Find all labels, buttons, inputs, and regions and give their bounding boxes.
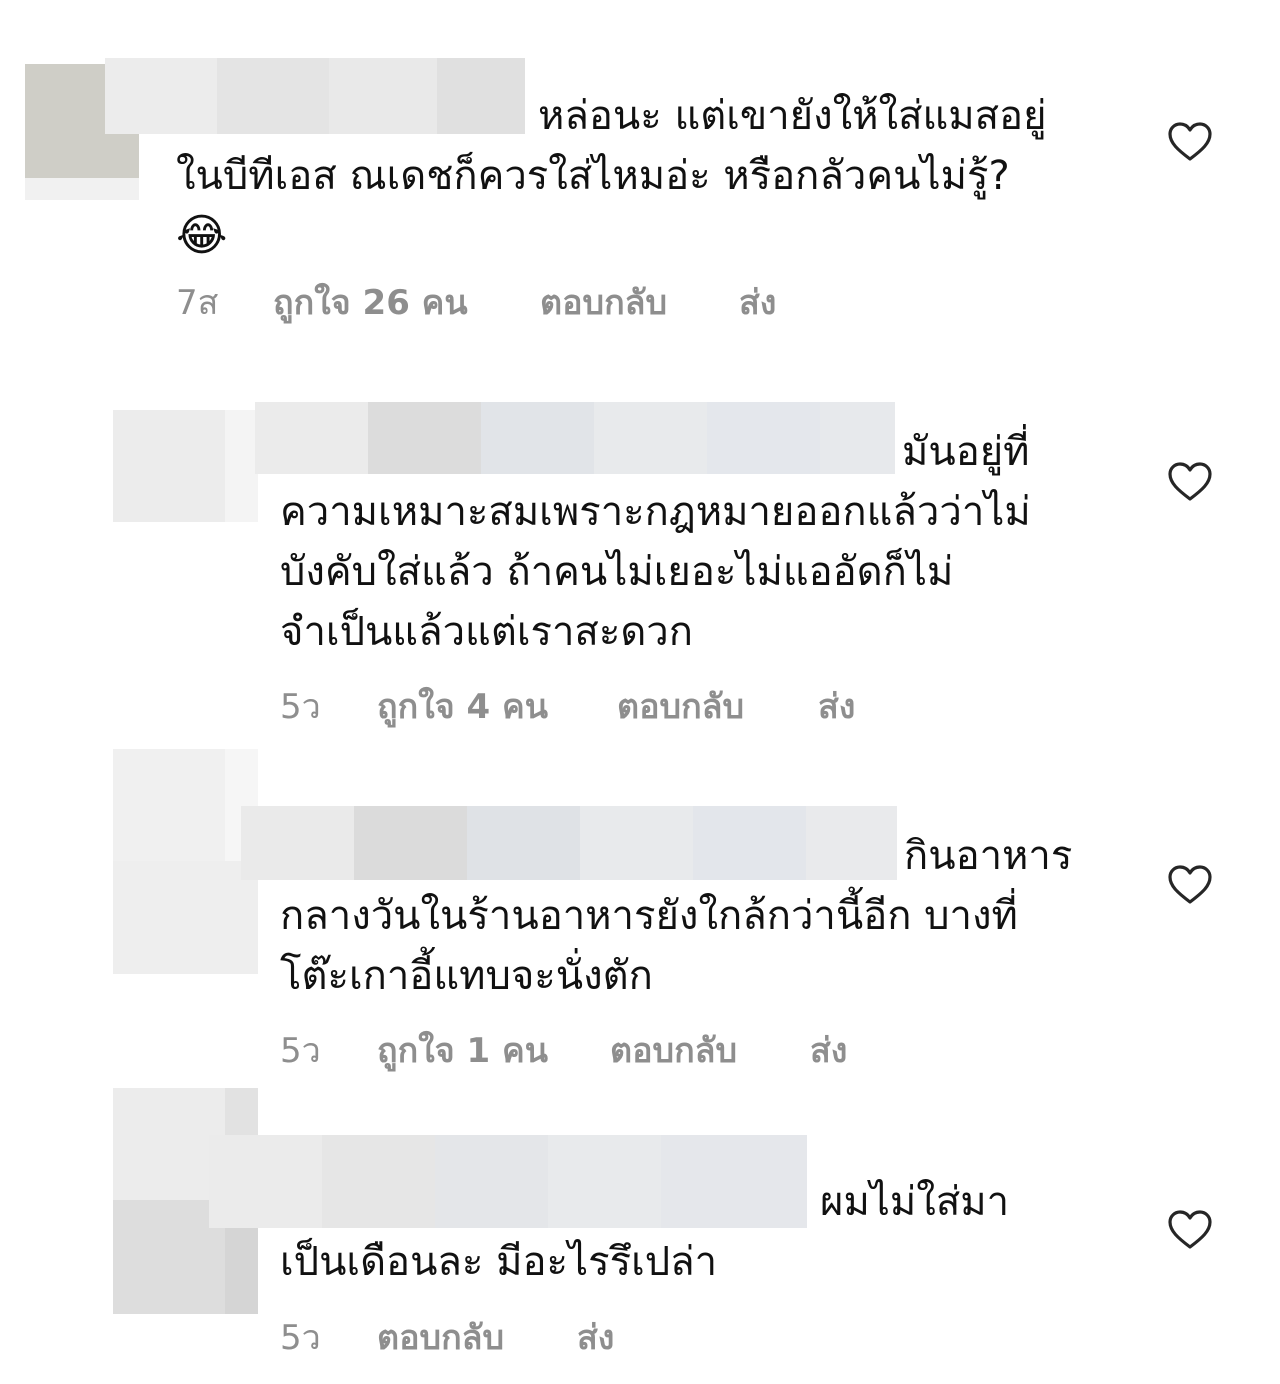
comment-text: มันอยู่ที่ ความเหมาะสมเพราะกฎหมายออกแล้ว…: [280, 422, 1031, 662]
avatar[interactable]: [113, 410, 258, 522]
comment-text-line: ความเหมาะสมเพราะกฎหมายออกแล้วว่าไม่: [280, 489, 1031, 535]
heart-outline-icon[interactable]: [1168, 1210, 1212, 1250]
reply-button[interactable]: ตอบกลับ: [540, 283, 667, 323]
comment-text-line: กลางวันในร้านอาหารยังใกล้กว่านี้อีก บางท…: [280, 893, 1018, 939]
comment-text-line: ในบีทีเอส ณเดชก็ควรใส่ไหมอ่ะ หรือกลัวคนไ…: [176, 153, 1010, 199]
heart-outline-icon[interactable]: [1168, 865, 1212, 905]
reply-button[interactable]: ตอบกลับ: [610, 1031, 737, 1071]
send-button[interactable]: ส่ง: [739, 283, 776, 323]
comment-text-line: ผมไม่ใส่มา: [820, 1179, 1010, 1225]
avatar[interactable]: [113, 749, 258, 974]
likes-count-link[interactable]: ถูกใจ 26 คน: [273, 283, 468, 323]
timestamp: 5ว: [280, 1318, 321, 1358]
likes-count-link[interactable]: ถูกใจ 1 คน: [377, 1031, 548, 1071]
comment-text-line: กินอาหาร: [904, 833, 1073, 879]
emoji: 😂: [176, 210, 228, 261]
comment-text-line: บังคับใส่แล้ว ถ้าคนไม่เยอะไม่แออัดก็ไม่: [280, 549, 954, 595]
reply-button[interactable]: ตอบกลับ: [377, 1318, 504, 1358]
comment-text-line: หล่อนะ แต่เขายังให้ใส่แมสอยู่: [538, 93, 1047, 139]
comment-text-line: โต๊ะเกาอี้แทบจะนั่งตัก: [280, 953, 653, 999]
comment-text-line: มันอยู่ที่: [902, 429, 1030, 475]
heart-outline-icon[interactable]: [1168, 122, 1212, 162]
timestamp: 7ส: [176, 283, 219, 323]
send-button[interactable]: ส่ง: [577, 1318, 614, 1358]
comment-text: หล่อนะ แต่เขายังให้ใส่แมสอยู่ ในบีทีเอส …: [176, 86, 1047, 266]
reply-button[interactable]: ตอบกลับ: [617, 687, 744, 727]
timestamp: 5ว: [280, 687, 321, 727]
heart-outline-icon[interactable]: [1168, 462, 1212, 502]
comment-text-line: เป็นเดือนละ มีอะไรรึเปล่า: [280, 1239, 718, 1285]
send-button[interactable]: ส่ง: [818, 687, 855, 727]
comment-text: ผมไม่ใส่มา เป็นเดือนละ มีอะไรรึเปล่า: [280, 1172, 1009, 1292]
send-button[interactable]: ส่ง: [810, 1031, 847, 1071]
likes-count-link[interactable]: ถูกใจ 4 คน: [377, 687, 548, 727]
comment-text: กินอาหาร กลางวันในร้านอาหารยังใกล้กว่านี…: [280, 826, 1072, 1006]
timestamp: 5ว: [280, 1031, 321, 1071]
comment-text-line: จำเป็นแล้วแต่เราสะดวก: [280, 609, 693, 655]
